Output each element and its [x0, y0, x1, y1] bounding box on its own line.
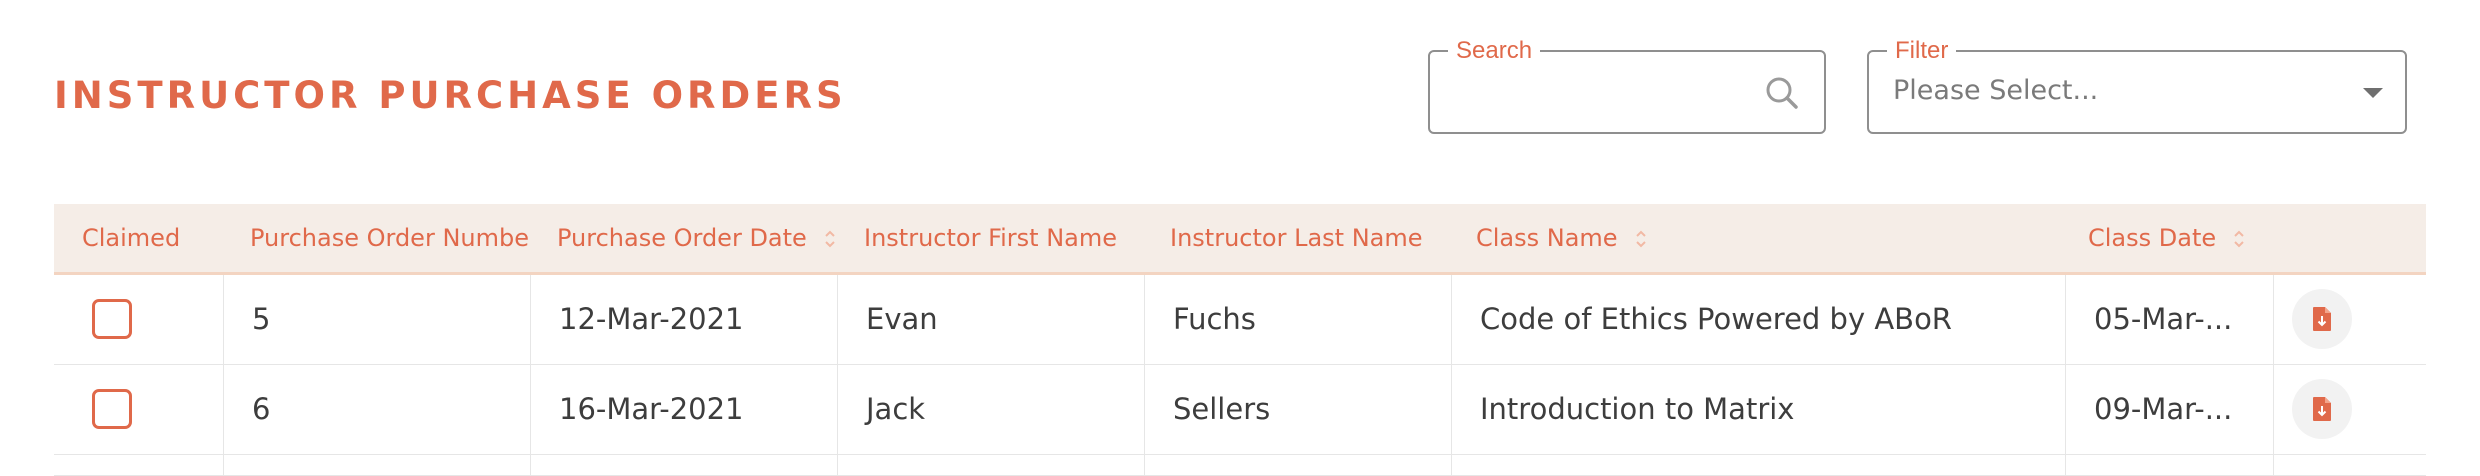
first-name-cell	[838, 455, 1145, 475]
pdf-download-icon	[2313, 307, 2331, 331]
column-header-claimed: Claimed	[82, 224, 181, 252]
first-name-cell: Evan	[838, 275, 1145, 364]
claimed-cell	[54, 365, 224, 454]
column-header-class-name[interactable]: Class Name	[1476, 204, 1876, 272]
class-name-cell	[1452, 455, 2066, 475]
class-name-cell: Introduction to Matrix	[1452, 365, 2066, 454]
po-date-cell	[531, 455, 838, 475]
sort-icon[interactable]	[823, 228, 837, 250]
last-name-cell: Sellers	[1145, 365, 1452, 454]
table-row	[54, 455, 2426, 476]
search-field[interactable]: Search	[1428, 39, 1826, 134]
search-input[interactable]	[1454, 69, 1758, 115]
table-row: 5 12-Mar-2021 Evan Fuchs Code of Ethics …	[54, 275, 2426, 365]
filter-label: Filter	[1895, 37, 1949, 64]
download-pdf-button[interactable]	[2292, 379, 2352, 439]
claimed-checkbox[interactable]	[92, 299, 132, 339]
claimed-cell	[54, 275, 224, 364]
po-number-cell	[224, 455, 531, 475]
class-date-cell: 09-Mar-...	[2066, 365, 2274, 454]
first-name-cell: Jack	[838, 365, 1145, 454]
po-number-cell: 5	[224, 275, 531, 364]
claimed-cell	[54, 455, 224, 475]
purchase-orders-table: Claimed Purchase Order Number Purchase O…	[54, 204, 2426, 476]
po-number-cell: 6	[224, 365, 531, 454]
po-date-cell: 12-Mar-2021	[531, 275, 838, 364]
table-header: Claimed Purchase Order Number Purchase O…	[54, 204, 2426, 275]
filter-select[interactable]: Filter Please Select...	[1867, 39, 2407, 134]
pdf-download-icon	[2313, 397, 2331, 421]
last-name-cell: Fuchs	[1145, 275, 1452, 364]
column-header-po-number[interactable]: Purchase Order Number	[250, 204, 528, 272]
download-pdf-button[interactable]	[2292, 289, 2352, 349]
last-name-cell	[1145, 455, 1452, 475]
search-label: Search	[1456, 37, 1533, 64]
po-date-cell: 16-Mar-2021	[531, 365, 838, 454]
caret-down-icon[interactable]	[2361, 85, 2385, 101]
class-name-cell: Code of Ethics Powered by ABoR	[1452, 275, 2066, 364]
sort-icon[interactable]	[1634, 228, 1648, 250]
column-header-last-name: Instructor Last Name	[1170, 224, 1423, 252]
search-icon[interactable]	[1762, 73, 1802, 113]
filter-selected-value: Please Select...	[1893, 75, 2099, 106]
column-header-class-date[interactable]: Class Date	[2088, 204, 2288, 272]
column-header-po-date[interactable]: Purchase Order Date	[557, 204, 847, 272]
claimed-checkbox[interactable]	[92, 389, 132, 429]
column-header-first-name: Instructor First Name	[864, 224, 1118, 252]
class-date-cell: 05-Mar-...	[2066, 275, 2274, 364]
table-row: 6 16-Mar-2021 Jack Sellers Introduction …	[54, 365, 2426, 455]
page-title: INSTRUCTOR PURCHASE ORDERS	[54, 74, 847, 117]
class-date-cell	[2066, 455, 2274, 475]
sort-icon[interactable]	[2232, 228, 2246, 250]
